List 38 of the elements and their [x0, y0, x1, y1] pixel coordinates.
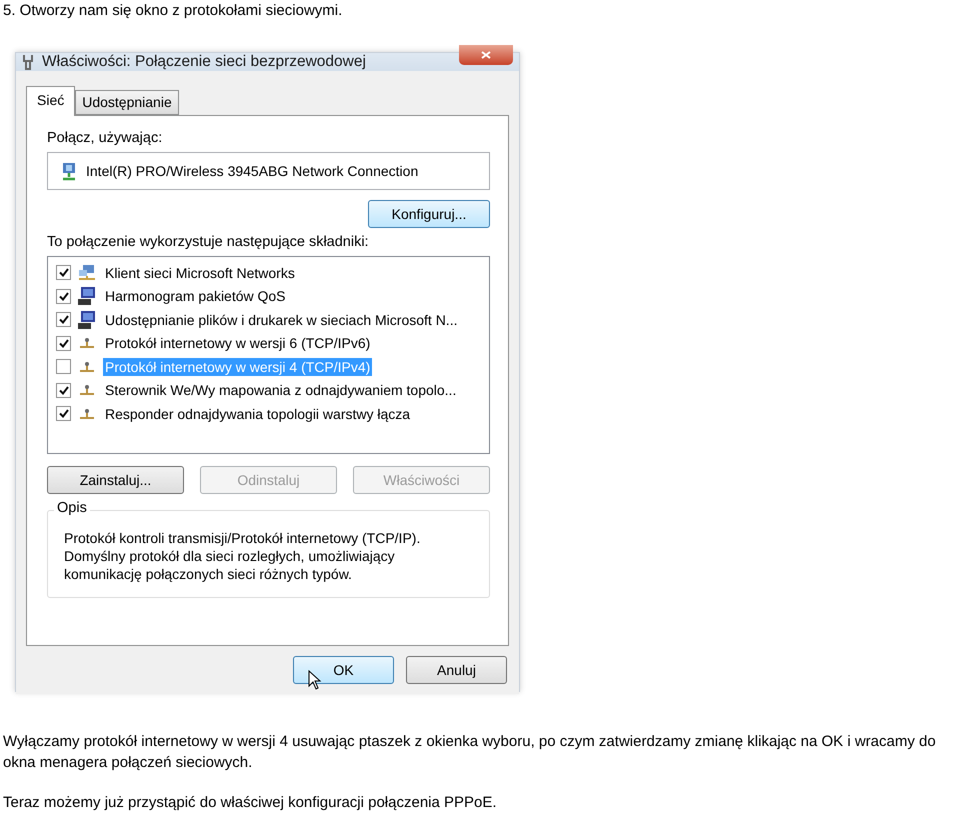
checkbox[interactable]	[56, 265, 71, 280]
checkbox[interactable]	[56, 406, 71, 422]
configure-button[interactable]: Konfiguruj...	[368, 200, 490, 228]
mouse-cursor-icon	[308, 670, 322, 690]
protocol-icon	[77, 337, 97, 350]
component-item[interactable]: Udostępnianie plików i drukarek w sieciach Microsoft N...	[103, 310, 460, 329]
adapter-name: Intel(R) PRO/Wireless 3945ABG Network Connection	[86, 163, 418, 179]
components-label: To połączenie wykorzystuje następujące składniki:	[47, 234, 370, 250]
protocol-icon	[77, 360, 97, 373]
connect-label: Połącz, używając:	[47, 130, 164, 146]
computer-icon	[77, 286, 97, 306]
close-icon	[481, 51, 491, 59]
paragraph: Teraz możemy już przystąpić do właściwej konfiguracji połączenia PPPoE.	[2, 793, 498, 813]
close-button[interactable]	[459, 45, 513, 65]
checkbox[interactable]	[56, 336, 71, 351]
protocol-icon	[77, 384, 97, 396]
component-item[interactable]: Protokół internetowy w wersji 6 (TCP/IPv6)	[103, 334, 372, 352]
step-heading: 5. Otworzy nam się okno z protokołami sieciowymi.	[2, 1, 344, 21]
component-item[interactable]: Responder odnajdywania topologii warstwy łącza	[103, 404, 412, 423]
checkbox[interactable]	[56, 312, 71, 328]
paragraph: Wyłączamy protokół internetowy w wersji 4 usuwając ptaszek z okienka wyboru, po czym zatwierdzamy zmianę klikając na OK i wracamy do okna menagera połączeń sieciowych.	[2, 732, 937, 773]
dialog-button[interactable]: Anuluj	[406, 656, 507, 684]
window-title: Właściwości: Połączenie sieci bezprzewodowej	[42, 53, 367, 71]
computer-icon	[77, 310, 97, 330]
tab[interactable]: Udostępnianie	[75, 90, 179, 115]
tab[interactable]: Sieć	[26, 86, 76, 116]
checkbox[interactable]	[56, 359, 71, 374]
action-button[interactable]: Zainstaluj...	[47, 466, 184, 494]
protocol-icon	[77, 408, 97, 420]
component-item[interactable]: Klient sieci Microsoft Networks	[103, 264, 297, 282]
description-text: Protokół kontroli transmisji/Protokół internetowy (TCP/IP). Domyślny protokół dla sieci rozległych, umożliwiający komunikację połączonych sieci różnych typów.	[64, 529, 422, 583]
component-item[interactable]: Sterownik We/Wy mapowania z odnajdywaniem topolo...	[103, 381, 458, 400]
component-item[interactable]: Harmonogram pakietów QoS	[103, 287, 288, 306]
dialog-button[interactable]: OK	[293, 656, 394, 684]
checkbox[interactable]	[56, 382, 71, 398]
checkbox[interactable]	[56, 288, 71, 304]
group-title: Opis	[54, 500, 90, 516]
network-client-icon	[77, 264, 97, 282]
